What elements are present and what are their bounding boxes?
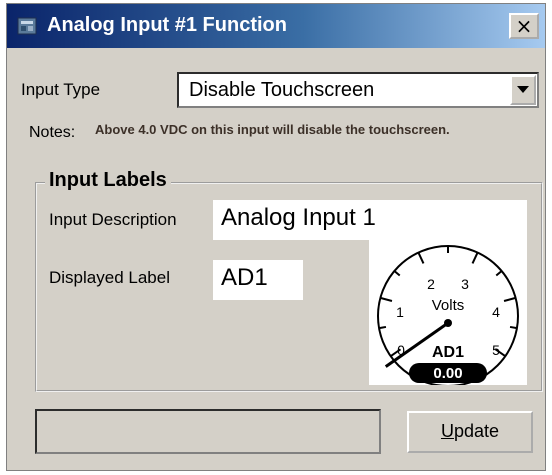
gauge-tick-label: 5 [492,342,500,358]
notes-text: Above 4.0 VDC on this input will disable… [95,122,450,137]
gauge-tick-label: 1 [396,304,404,320]
title-bar[interactable]: Analog Input #1 Function × [7,4,545,48]
dropdown-arrow-icon [517,86,529,93]
gauge-label: AD1 [432,344,464,361]
gauge-tick [509,325,518,330]
gauge-hub [444,319,452,327]
close-button[interactable]: × [509,13,539,39]
dropdown-button[interactable] [510,75,536,105]
input-description-value: Analog Input 1 [221,204,376,231]
gauge-unit: Volts [432,297,465,314]
volts-gauge: Volts 0 1 2 3 4 5 AD1 0.00 [369,237,527,385]
gauge-tick [378,325,387,330]
gauge-tick-label: 3 [461,276,469,292]
update-button[interactable]: Update [407,411,533,453]
input-type-value: Disable Touchscreen [189,79,375,101]
gauge-readout: 0.00 [433,365,462,382]
gauge-tick-label: 4 [492,304,500,320]
update-button-mnemonic: U [440,421,454,441]
input-labels-title: Input Labels [45,169,171,192]
displayed-label-field[interactable]: AD1 [213,260,303,300]
close-icon: × [515,14,533,38]
app-icon [17,17,37,35]
displayed-label-value: AD1 [221,264,268,291]
input-description-label: Input Description [49,210,177,229]
notes-label: Notes: [29,124,76,141]
window-title: Analog Input #1 Function [47,14,287,36]
displayed-label-label: Displayed Label [49,268,170,287]
input-type-dropdown[interactable]: Disable Touchscreen [177,72,539,108]
status-box [35,409,381,454]
dialog-window: Analog Input #1 Function × Input Type Di… [6,3,546,471]
input-type-label: Input Type [21,80,101,99]
input-description-field[interactable]: Analog Input 1 [213,200,527,240]
update-button-label: pdate [453,421,500,441]
gauge-tick-label: 2 [427,276,435,292]
